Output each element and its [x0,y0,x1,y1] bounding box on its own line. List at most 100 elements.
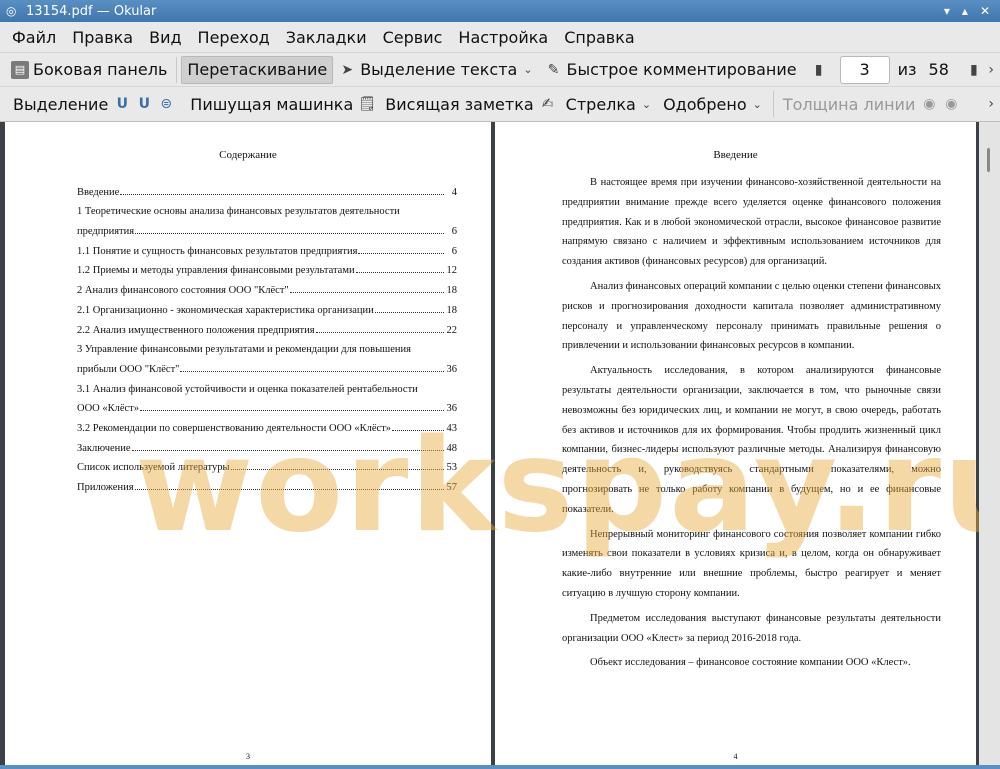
close-icon[interactable]: ✕ [980,4,990,18]
sidebar-button[interactable]: ▤ Боковая панель [6,56,172,84]
toc-row: прибыли ООО "Клёст" 36 [77,355,457,375]
toc-dot-leader [140,410,444,412]
page-of-label: из [897,60,917,79]
toc-row: 3.2 Рекомендации по совершенствованию де… [77,414,457,434]
typewriter-button[interactable]: Пишущая машинка [185,90,358,118]
freehand-line-icon[interactable]: ✍ [539,95,557,113]
toc-entry-text: прибыли ООО "Клёст" [77,363,180,375]
toolbar-separator [772,91,774,117]
toc-dot-leader [392,429,444,431]
paragraph: Непрерывный мониторинг финансового состо… [562,528,941,599]
toc-page-number: 6 [451,226,457,238]
toc-dot-leader [374,311,444,313]
popup-note-button[interactable]: Висящая заметка [380,90,538,118]
bottom-edge [0,765,1000,769]
toc-entry-text: 3.1 Анализ финансовой устойчивости и оце… [77,383,418,395]
menu-file[interactable]: Файл [4,28,64,47]
underline-icon[interactable]: U [113,95,131,113]
toc-row: 3.1 Анализ финансовой устойчивости и оце… [77,375,457,395]
toc-row: 3 Управление финансовыми результатами и … [77,336,457,355]
menu-go[interactable]: Переход [190,28,278,47]
highlight-button[interactable]: Выделение [8,90,113,118]
toc-row: Приложения 57 [77,473,457,493]
chevron-down-icon[interactable]: ⌄ [642,98,651,111]
toc-entry-text: 1.1 Понятие и сущность финансовых резуль… [77,245,358,257]
drag-mode-button[interactable]: Перетаскивание [181,55,334,84]
next-page-icon[interactable]: ▮ [965,61,983,79]
toc-page-number: 6 [451,245,457,257]
sidebar-label: Боковая панель [33,60,168,79]
page-number: 3 [246,752,250,761]
toolbar-separator [176,56,178,83]
quick-comment-label: Быстрое комментирование [566,60,797,79]
menu-tools[interactable]: Сервис [375,28,451,47]
page-title: Содержание [219,149,277,161]
toc-page-number: 36 [446,403,458,415]
typewriter-label: Пишущая машинка [190,94,354,114]
arrow-button[interactable]: Стрелка ⌄ [561,90,658,118]
page-number: 4 [733,752,738,761]
toc-page-number: 53 [446,462,458,474]
text-select-label: Выделение текста [360,60,518,79]
scrollbar-thumb[interactable] [987,148,990,172]
toc-dot-leader [289,292,444,294]
page-number-input[interactable]: 3 [839,55,890,84]
toc-dot-leader [180,370,444,372]
arrow-label: Стрелка [565,94,636,114]
quick-comment-button[interactable]: ✎ Быстрое комментирование [540,56,802,84]
toc-row: 1.2 Приемы и методы управления финансовы… [77,257,458,277]
popup-note-label: Висящая заметка [385,94,534,114]
toc-dot-leader [230,469,444,471]
maximize-icon[interactable]: ▴ [962,4,968,18]
toc-entry-text: Приложения [77,482,134,493]
okular-app-icon: ◎ [6,4,17,18]
toc-dot-leader [358,252,444,254]
text-select-button[interactable]: ➤ Выделение текста ⌄ [333,56,539,84]
note-icon[interactable]: 🗒 [358,95,376,113]
page-total: 58 [928,60,949,79]
toc-dot-leader [131,449,444,451]
paragraph: Анализ финансовых операций компании с це… [562,280,941,352]
pen-icon: ✎ [547,61,560,78]
vertical-scrollbar[interactable] [979,122,1000,769]
menu-settings[interactable]: Настройка [450,28,556,47]
stamp-button[interactable]: Одобрено ⌄ [658,90,769,118]
menu-help[interactable]: Справка [556,28,643,47]
paragraph: Предметом исследования выступают финансо… [562,612,941,644]
window-controls: ▾ ▴ ✕ [944,4,990,18]
menu-bookmarks[interactable]: Закладки [278,28,375,47]
highlight-label: Выделение [13,94,109,114]
toc-page-number: 18 [446,304,458,316]
toc-row: 1.1 Понятие и сущность финансовых резуль… [77,237,457,257]
table-of-contents: Введение 4 1 Теоретические основы анализа … [77,178,457,493]
inner-color-icon[interactable]: ◉ [942,95,960,113]
sidebar-icon: ▤ [11,60,29,79]
toolbar-overflow-icon[interactable]: › [988,62,994,78]
toc-page-number: 12 [446,265,458,277]
squiggly-underline-icon[interactable]: U [135,95,153,113]
pdf-page-right: Введение В настоящее время при изучении … [495,122,976,769]
toc-entry-text: 2 Анализ финансового состояния ООО "Клёс… [77,285,289,297]
pdf-page-left: Содержание Введение 4 1 Теоретические осно… [5,122,491,769]
minimize-icon[interactable]: ▾ [944,4,950,18]
menu-edit[interactable]: Правка [64,28,141,47]
chevron-down-icon[interactable]: ⌄ [753,98,762,111]
menu-view[interactable]: Вид [141,28,189,47]
document-view[interactable]: Содержание Введение 4 1 Теоретические осно… [0,122,1000,769]
line-width-label: Толщина линии [782,94,916,114]
toc-entry-text: 2.2 Анализ имущественного положения пред… [77,324,315,336]
chevron-down-icon[interactable]: ⌄ [523,63,532,76]
toc-page-number: 18 [446,285,458,297]
toc-dot-leader [355,272,444,274]
color-icon[interactable]: ◉ [920,95,938,113]
toc-page-number: 43 [446,422,458,434]
strikeout-icon[interactable]: ⊜ [157,95,175,113]
toolbar-overflow-icon[interactable]: › [988,96,994,112]
previous-page-icon[interactable]: ▮ [810,61,828,79]
toc-entry-text: Введение [77,186,120,198]
toc-dot-leader [135,233,444,235]
toc-entry-text: 3.2 Рекомендации по совершенствованию де… [77,422,392,434]
line-width-button[interactable]: Толщина линии [778,90,921,118]
toc-dot-leader [120,193,444,195]
window-title: 13154.pdf — Okular [26,3,157,19]
